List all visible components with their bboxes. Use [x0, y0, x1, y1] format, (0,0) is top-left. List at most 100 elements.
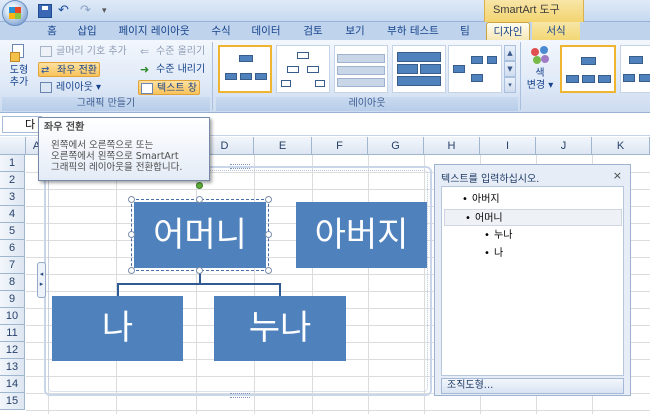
gallery-scroll-up-icon[interactable]: ▲ — [504, 45, 516, 61]
select-all-corner[interactable] — [0, 137, 26, 155]
tab-insert[interactable]: 삽입 — [70, 22, 104, 40]
row-header-6[interactable]: 6 — [0, 240, 25, 257]
change-colors-label: 색 — [535, 68, 545, 79]
row-header-4[interactable]: 4 — [0, 206, 25, 223]
layout-thumbnail-hierarchy[interactable] — [276, 45, 330, 93]
row-header-10[interactable]: 10 — [0, 308, 25, 325]
tab-design[interactable]: 디자인 — [486, 22, 530, 40]
row-header-7[interactable]: 7 — [0, 257, 25, 274]
tab-data[interactable]: 데이터 — [246, 22, 286, 40]
frame-resize-handle[interactable] — [230, 393, 250, 398]
text-pane-item-me[interactable]: • 나 — [484, 245, 503, 262]
connector-line — [117, 283, 281, 285]
row-header-11[interactable]: 11 — [0, 325, 25, 342]
promote-button[interactable]: ⇐ 수준 올리기 — [138, 44, 205, 59]
column-header-e[interactable]: E — [254, 137, 312, 155]
smartart-shape-me[interactable]: 나 — [52, 296, 183, 361]
name-box[interactable]: 다 — [2, 116, 42, 133]
row-header-3[interactable]: 3 — [0, 189, 25, 206]
smartart-style-thumbnail-2[interactable] — [620, 45, 650, 93]
resize-handle[interactable] — [128, 196, 135, 203]
add-shape-icon — [10, 44, 28, 62]
tab-review[interactable]: 검토 — [296, 22, 330, 40]
layout-thumbnail-org-chart[interactable] — [218, 45, 272, 93]
undo-icon[interactable]: ↶ — [58, 4, 72, 18]
row-header-13[interactable]: 13 — [0, 359, 25, 376]
customize-quick-access-icon[interactable]: ▾ — [102, 4, 116, 18]
right-to-left-button[interactable]: ⇄ 좌우 전환 — [38, 62, 100, 77]
layout-thumbnail-table-hierarchy[interactable] — [392, 45, 446, 93]
row-header-15[interactable]: 15 — [0, 393, 25, 410]
column-header-i[interactable]: I — [480, 137, 536, 155]
office-button[interactable] — [2, 0, 28, 26]
add-shape-button[interactable]: 도형 추가 — [4, 42, 34, 96]
change-colors-button[interactable]: 색 변경 ▾ — [524, 42, 556, 96]
promote-arrow-icon: ⇐ — [140, 45, 150, 58]
group-separator — [212, 42, 213, 110]
layout-dropdown-button[interactable]: 레이아웃 ▾ — [38, 80, 101, 95]
add-bullet-icon — [40, 46, 52, 57]
tab-home[interactable]: 홈 — [38, 22, 66, 40]
row-header-1[interactable]: 1 — [0, 155, 25, 172]
chevron-down-icon: ▾ — [92, 82, 102, 93]
title-bar: ↶ ↷ ▾ SmartArt 도구 — [0, 0, 650, 26]
row-header-5[interactable]: 5 — [0, 223, 25, 240]
text-pane-button[interactable]: 텍스트 창 — [138, 80, 200, 95]
group-separator — [520, 42, 521, 110]
resize-handle[interactable] — [128, 231, 135, 238]
layout-thumbnail-labeled-hierarchy[interactable] — [334, 45, 388, 93]
add-shape-label: 도형 — [9, 65, 29, 76]
smartart-style-thumbnail[interactable] — [560, 45, 616, 93]
resize-handle[interactable] — [196, 267, 203, 274]
smartart-text-pane: 텍스트를 입력하십시오. × • 아버지 • 어머니 • 누나 • 나 조직도형... — [434, 164, 631, 396]
row-header-8[interactable]: 8 — [0, 274, 25, 291]
bullet-icon: • — [462, 194, 468, 205]
column-header-j[interactable]: J — [536, 137, 592, 155]
resize-handle[interactable] — [265, 196, 272, 203]
frame-resize-handle[interactable] — [230, 164, 250, 169]
column-header-k[interactable]: K — [592, 137, 650, 155]
text-pane-title: 텍스트를 입력하십시오. — [441, 174, 540, 185]
resize-handle[interactable] — [265, 231, 272, 238]
tab-view[interactable]: 보기 — [338, 22, 372, 40]
connector-line — [117, 283, 119, 296]
text-pane-item-label: 누나 — [494, 230, 513, 241]
tab-page-layout[interactable]: 페이지 레이아웃 — [108, 22, 200, 40]
text-pane-item-sister[interactable]: • 누나 — [484, 227, 512, 244]
bullet-icon: • — [465, 213, 471, 224]
resize-handle[interactable] — [196, 196, 203, 203]
layout-thumbnail-horizontal-hierarchy[interactable] — [448, 45, 502, 93]
add-shape-label-2: 추가 — [9, 77, 29, 88]
text-pane-item-father[interactable]: • 아버지 — [462, 191, 500, 208]
promote-label: 수준 올리기 — [156, 46, 206, 57]
row-header-2[interactable]: 2 — [0, 172, 25, 189]
tab-formulas[interactable]: 수식 — [204, 22, 238, 40]
rotation-handle[interactable] — [196, 182, 203, 189]
text-pane-item-mother[interactable]: • 어머니 — [444, 209, 622, 226]
smartart-shape-father[interactable]: 아버지 — [296, 202, 427, 268]
ribbon: 도형 추가 글머리 기호 추가 ⇄ 좌우 전환 레이아웃 ▾ ⇐ 수준 올리기 … — [0, 40, 650, 113]
resize-handle[interactable] — [265, 267, 272, 274]
tab-format[interactable]: 서식 — [532, 22, 580, 40]
resize-handle[interactable] — [128, 267, 135, 274]
tab-team[interactable]: 팀 — [452, 22, 478, 40]
redo-icon[interactable]: ↷ — [80, 4, 94, 18]
close-icon[interactable]: × — [613, 169, 622, 182]
row-header-14[interactable]: 14 — [0, 376, 25, 393]
text-pane-footer-link[interactable]: 조직도형... — [441, 378, 624, 394]
row-header-9[interactable]: 9 — [0, 291, 25, 308]
gallery-scroll-down-icon[interactable]: ▼ — [504, 61, 516, 77]
tab-load-test[interactable]: 부하 테스트 — [380, 22, 446, 40]
gallery-more-icon[interactable]: ▾ — [504, 77, 516, 93]
save-icon[interactable] — [38, 4, 52, 18]
row-header-12[interactable]: 12 — [0, 342, 25, 359]
text-pane-toggle-icon[interactable]: ◂ ▸ — [37, 262, 46, 298]
right-to-left-icon: ⇄ — [41, 65, 50, 76]
smartart-shape-sister[interactable]: 누나 — [214, 296, 346, 361]
add-bullet-button[interactable]: 글머리 기호 추가 — [38, 44, 127, 59]
column-header-h[interactable]: H — [424, 137, 480, 155]
column-header-g[interactable]: G — [368, 137, 424, 155]
column-header-f[interactable]: F — [312, 137, 368, 155]
demote-button[interactable]: ➜ 수준 내리기 — [138, 62, 205, 77]
office-logo-icon — [9, 7, 21, 19]
